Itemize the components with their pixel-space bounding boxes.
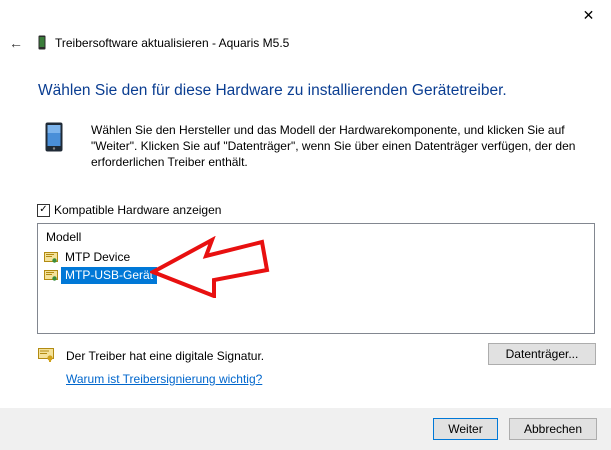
cancel-button[interactable]: Abbrechen <box>509 418 597 440</box>
next-button[interactable]: Weiter <box>433 418 498 440</box>
list-item[interactable]: MTP Device <box>44 249 134 266</box>
phone-device-icon <box>45 122 63 152</box>
driver-certificate-icon <box>44 269 58 281</box>
back-arrow-icon: ← <box>9 35 23 51</box>
list-item-label: MTP Device <box>65 250 131 264</box>
model-list[interactable]: Modell MTP Device MTP-USB-Gerät <box>37 223 595 334</box>
signature-status-text: Der Treiber hat eine digitale Signatur. <box>66 349 265 363</box>
back-button[interactable]: ← <box>6 33 26 53</box>
close-button[interactable]: ✕ <box>566 0 611 30</box>
close-icon: ✕ <box>582 6 595 23</box>
red-arrow-annotation <box>150 236 270 298</box>
driver-certificate-icon <box>38 348 54 362</box>
phone-device-icon <box>38 35 46 50</box>
window-title: Treibersoftware aktualisieren - Aquaris … <box>55 36 290 50</box>
list-item-label: MTP-USB-Gerät <box>61 267 158 284</box>
checkbox-label: Kompatible Hardware anzeigen <box>54 203 222 217</box>
compatible-hardware-checkbox[interactable]: ✓ Kompatible Hardware anzeigen <box>37 203 221 217</box>
disk-button[interactable]: Datenträger... <box>488 343 596 365</box>
driver-signing-link[interactable]: Warum ist Treibersignierung wichtig? <box>66 372 262 386</box>
checkbox-checked-icon[interactable]: ✓ <box>37 203 50 217</box>
page-heading: Wählen Sie den für diese Hardware zu ins… <box>38 82 507 99</box>
list-header: Modell <box>46 230 82 244</box>
list-item-selected[interactable]: MTP-USB-Gerät <box>44 267 158 284</box>
instructions-text: Wählen Sie den Hersteller und das Modell… <box>91 123 576 169</box>
driver-certificate-icon <box>44 251 58 263</box>
